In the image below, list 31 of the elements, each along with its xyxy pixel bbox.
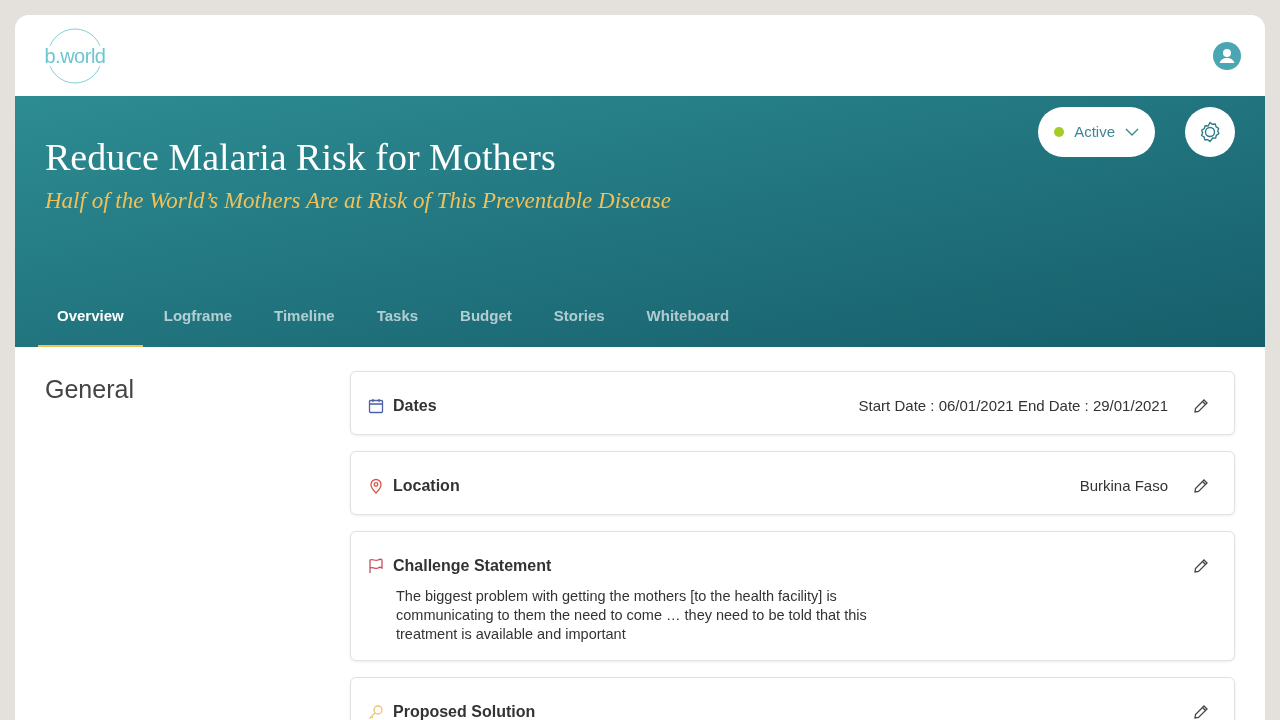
card-title: Location bbox=[393, 476, 460, 496]
edit-icon[interactable] bbox=[1193, 558, 1209, 574]
card-text: The biggest problem with getting the mothers [to the health facility] is communicating to them the need to come … they need to be told that this treatment is available and important bbox=[396, 587, 868, 644]
logo[interactable]: b.world bbox=[44, 45, 106, 66]
status-dropdown[interactable]: Active bbox=[1038, 107, 1155, 157]
tab[interactable]: Stories bbox=[532, 290, 626, 347]
edit-icon[interactable] bbox=[1193, 398, 1209, 414]
location-pin-icon bbox=[368, 478, 384, 494]
tab[interactable]: Tasks bbox=[355, 290, 440, 347]
card-title: Dates bbox=[393, 396, 437, 416]
tab[interactable]: Whiteboard bbox=[625, 290, 751, 347]
settings-button[interactable] bbox=[1185, 107, 1235, 157]
card-value: Start Date : 06/01/2021 End Date : 29/01/2021 bbox=[858, 395, 1168, 416]
key-icon bbox=[368, 704, 384, 720]
card-title: Proposed Solution bbox=[393, 702, 536, 720]
user-avatar-icon[interactable] bbox=[1213, 41, 1241, 70]
tab[interactable]: Timeline bbox=[253, 290, 356, 347]
chevron-down-icon bbox=[1125, 128, 1139, 136]
edit-icon[interactable] bbox=[1193, 704, 1209, 720]
section-title: General bbox=[45, 374, 135, 405]
settings-icon bbox=[1198, 120, 1222, 144]
edit-icon[interactable] bbox=[1193, 478, 1209, 494]
card-value: Burkina Faso bbox=[1079, 475, 1168, 496]
tab[interactable]: Logframe bbox=[142, 290, 254, 347]
flag-icon bbox=[368, 558, 384, 574]
card-title: Challenge Statement bbox=[393, 556, 552, 576]
calendar-icon bbox=[368, 398, 384, 414]
project-subtitle: Half of the World’s Mothers Are at Risk of This Preventable Disease bbox=[45, 186, 671, 215]
tab[interactable]: Overview bbox=[38, 290, 143, 347]
tab[interactable]: Budget bbox=[439, 290, 533, 347]
project-title: Reduce Malaria Risk for Mothers bbox=[45, 135, 557, 180]
